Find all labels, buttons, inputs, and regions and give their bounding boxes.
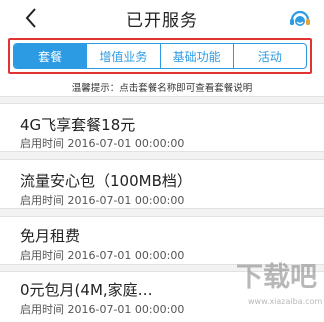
- service-start-time: 启用时间 2016-07-01 00:00:00: [20, 137, 185, 150]
- service-start-time: 启用时间 2016-07-01 00:00:00: [20, 249, 185, 262]
- hint-text: 温馨提示：点击套餐名称即可查看套餐说明: [71, 83, 253, 94]
- service-name[interactable]: 流量安心包（100MB档）: [20, 170, 192, 191]
- watermark-title: 下载吧: [236, 262, 317, 293]
- service-start-time: 启用时间 2016-07-01 00:00:00: [20, 194, 185, 207]
- customer-service-button[interactable]: [288, 8, 312, 30]
- tab-basic-functions[interactable]: 基础功能: [159, 44, 233, 68]
- section-divider: [0, 151, 324, 160]
- section-divider: [0, 96, 324, 104]
- tab-package[interactable]: 套餐: [14, 44, 87, 68]
- section-divider: [0, 208, 324, 217]
- service-item[interactable]: 流量安心包（100MB档） 启用时间 2016-07-01 00:00:00: [0, 160, 324, 208]
- page-title: 已开服务: [126, 11, 198, 31]
- service-name[interactable]: 4G飞享套餐18元: [20, 114, 135, 135]
- watermark-logo: 下载吧 www.xiazaiba.com: [234, 238, 324, 318]
- service-name[interactable]: 免月租费: [20, 225, 80, 246]
- tab-value-added-services[interactable]: 增值业务: [86, 44, 159, 68]
- service-start-time: 启用时间 2016-07-01 00:00:00: [20, 303, 185, 316]
- service-item[interactable]: 4G飞享套餐18元 启用时间 2016-07-01 00:00:00: [0, 104, 324, 151]
- service-name[interactable]: 0元包月(4M,家庭…: [20, 279, 153, 300]
- category-tabs: 套餐 增值业务 基础功能 活动: [13, 43, 307, 69]
- tab-activities[interactable]: 活动: [232, 44, 306, 68]
- top-bar: 已开服务: [0, 0, 324, 38]
- customer-service-icon: [290, 10, 310, 26]
- watermark-url: www.xiazaiba.com: [248, 297, 322, 306]
